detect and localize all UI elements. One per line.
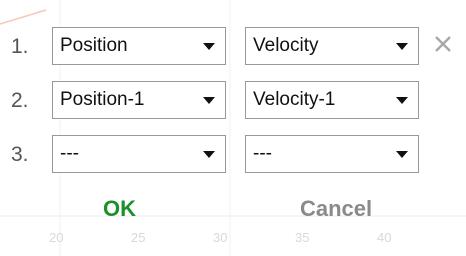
chevron-down-icon — [396, 151, 408, 158]
chevron-down-icon — [203, 43, 215, 50]
remove-row-button[interactable] — [430, 28, 458, 58]
background-series-line — [0, 9, 47, 25]
select-value: --- — [253, 143, 272, 164]
row-number: 2. — [11, 89, 29, 112]
row-1-first-select[interactable]: Position — [52, 27, 226, 65]
row-number: 1. — [11, 35, 29, 58]
chevron-down-icon — [396, 97, 408, 104]
background-tick-label: 35 — [295, 230, 309, 245]
select-value: Velocity-1 — [253, 89, 336, 110]
row-3-first-select[interactable]: --- — [52, 135, 226, 173]
background-tick-label: 20 — [49, 230, 63, 245]
select-value: --- — [60, 143, 79, 164]
background-tick-label: 40 — [377, 230, 391, 245]
close-icon — [435, 36, 451, 52]
ok-button[interactable]: OK — [103, 198, 136, 220]
select-value: Velocity — [253, 35, 319, 56]
row-3-second-select[interactable]: --- — [245, 135, 419, 173]
row-number: 3. — [11, 143, 29, 166]
chevron-down-icon — [203, 97, 215, 104]
row-2-first-select[interactable]: Position-1 — [52, 81, 226, 119]
select-value: Position-1 — [60, 89, 145, 110]
row-1-second-select[interactable]: Velocity — [245, 27, 419, 65]
chevron-down-icon — [203, 151, 215, 158]
background-tick-label: 25 — [131, 230, 145, 245]
background-tick-label: 30 — [213, 230, 227, 245]
cancel-button[interactable]: Cancel — [300, 198, 372, 220]
chevron-down-icon — [396, 43, 408, 50]
select-value: Position — [60, 35, 128, 56]
row-2-second-select[interactable]: Velocity-1 — [245, 81, 419, 119]
